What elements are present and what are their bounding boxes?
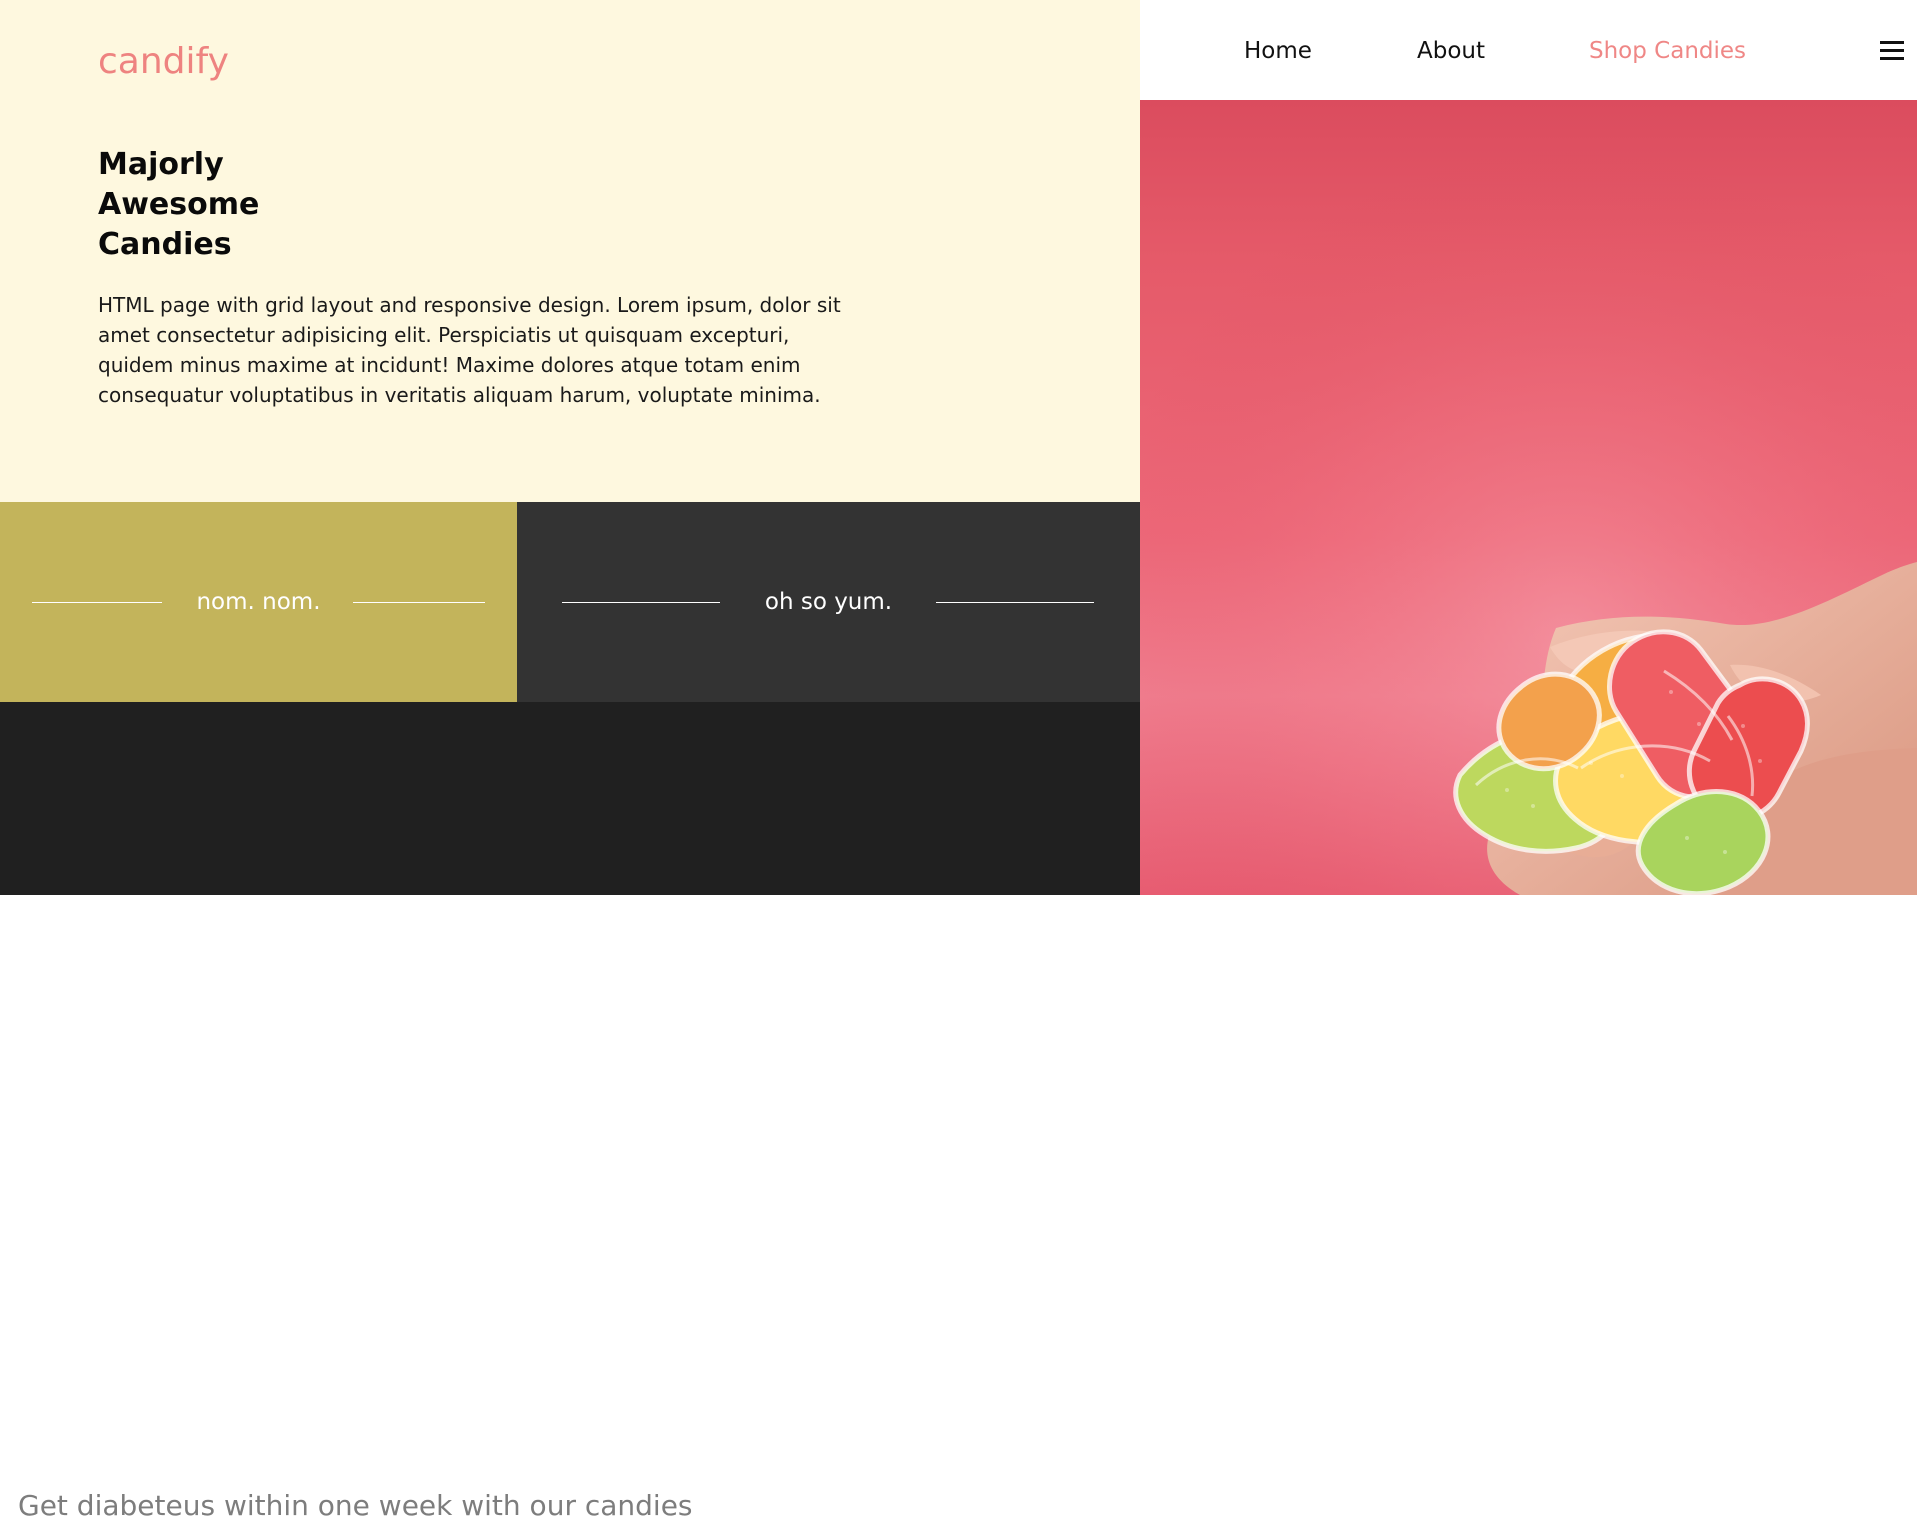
hero-section: candify Majorly Awesome Candies HTML pag…: [0, 0, 1140, 502]
right-divider-line: [353, 602, 485, 603]
nav-shop-candies-link[interactable]: Shop Candies: [1589, 34, 1746, 68]
candy-hand-illustration: [1140, 100, 1917, 895]
hero-description: HTML page with grid layout and responsiv…: [98, 293, 841, 407]
right-panel: Home About Shop Candies: [1140, 0, 1917, 895]
hamburger-menu-icon[interactable]: [1877, 36, 1907, 66]
nom-nom-band: nom. nom.: [0, 502, 517, 702]
nav-home-link[interactable]: Home: [1244, 34, 1312, 68]
footer-band: Get diabeteus within one week with our c…: [0, 702, 1140, 1522]
nav-about-link[interactable]: About: [1417, 34, 1485, 68]
left-panel: candify Majorly Awesome Candies HTML pag…: [0, 0, 1140, 1522]
hero-headline: Majorly Awesome Candies: [98, 147, 260, 262]
oh-so-yum-band: oh so yum.: [517, 502, 1140, 702]
right-divider-line: [936, 602, 1094, 603]
brand-logo[interactable]: candify: [98, 38, 229, 86]
top-navigation: Home About Shop Candies: [1140, 0, 1917, 100]
candy-photo: [1140, 100, 1917, 895]
footer-tagline: Get diabeteus within one week with our c…: [18, 1489, 693, 1522]
